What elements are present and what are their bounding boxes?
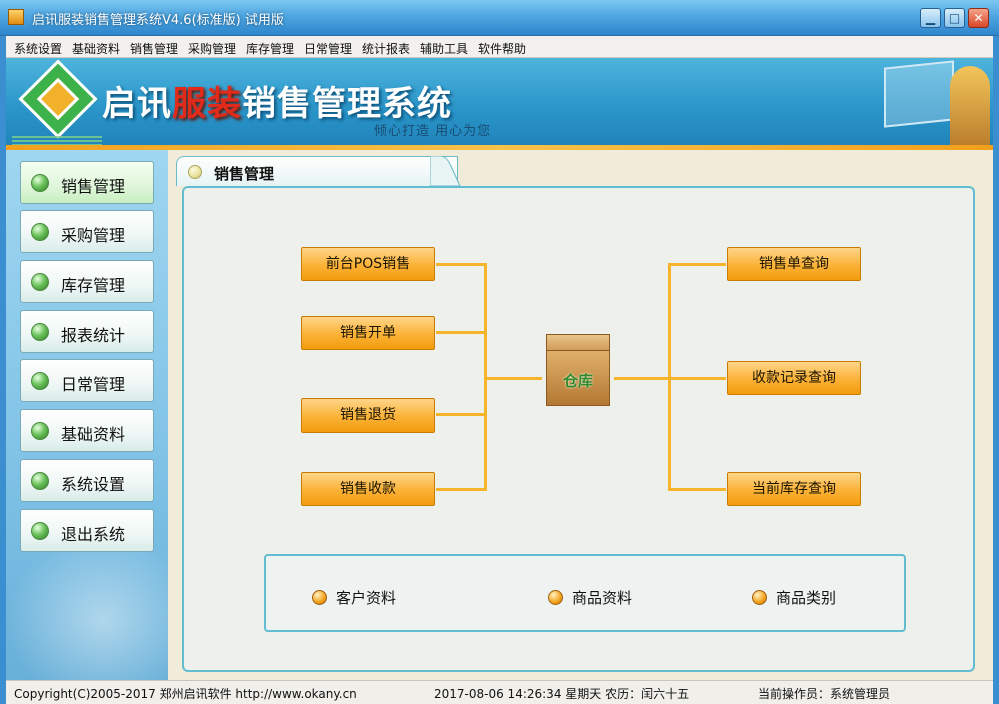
minimize-button[interactable]: ▁ [920,8,941,28]
maximize-button[interactable]: □ [944,8,965,28]
orange-dot-icon [312,590,327,605]
sidebar-item-sales[interactable]: 销售管理 [20,161,154,204]
orange-dot-icon [548,590,563,605]
green-dot-icon [31,273,49,291]
status-operator: 当前操作员：系统管理员 [758,687,891,701]
sidebar: 销售管理 采购管理 库存管理 报表统计 日常管理 基础资料 系统设置 退出系统 [6,150,168,680]
sidebar-item-basic-data[interactable]: 基础资料 [20,409,154,452]
tab-dot-icon [188,165,202,179]
banner-title-pre: 启讯 [102,84,172,124]
green-dot-icon [31,223,49,241]
quick-link-label: 商品资料 [572,589,633,607]
connector-line [614,377,670,380]
connector-line [668,488,726,491]
connector-line [484,377,542,380]
logo-lines [12,136,102,138]
menu-purchase[interactable]: 采购管理 [188,40,236,57]
quick-link-label: 商品类别 [776,589,837,607]
status-datetime: 2017-08-06 14:26:34 星期天 农历：闰六十五 [434,687,690,701]
sidebar-item-label: 销售管理 [61,177,126,196]
sidebar-photo [6,530,168,680]
payment-record-query-button[interactable]: 收款记录查询 [727,361,861,395]
sales-payment-button[interactable]: 销售收款 [301,472,435,506]
close-button[interactable]: ✕ [968,8,989,28]
sidebar-item-label: 系统设置 [61,475,126,494]
sidebar-item-reports[interactable]: 报表统计 [20,310,154,353]
warehouse-label: 仓库 [562,372,593,390]
green-dot-icon [31,323,49,341]
green-dot-icon [31,422,49,440]
quick-links-panel: 客户资料 商品资料 商品类别 [264,554,906,632]
orange-dot-icon [752,590,767,605]
chart-board-decoration [884,60,954,128]
sidebar-item-inventory[interactable]: 库存管理 [20,260,154,303]
menu-daily[interactable]: 日常管理 [304,40,352,57]
banner-title-post: 销售管理系统 [242,84,452,124]
person-decoration [950,66,990,150]
connector-line [668,263,726,266]
sidebar-item-exit[interactable]: 退出系统 [20,509,154,552]
warehouse-box-icon[interactable]: 仓库 [546,334,610,406]
connector-line [436,263,486,266]
sales-order-button[interactable]: 销售开单 [301,316,435,350]
sales-return-button[interactable]: 销售退货 [301,398,435,433]
current-stock-query-button[interactable]: 当前库存查询 [727,472,861,506]
sidebar-item-label: 采购管理 [61,226,126,245]
menu-help[interactable]: 软件帮助 [478,40,526,57]
window-title: 启讯服装销售管理系统V4.6(标准版) 试用版 [32,13,284,28]
banner: 启讯服装销售管理系统 倾心打造 用心为您 [6,58,993,150]
banner-slogan: 倾心打造 用心为您 [374,124,492,139]
green-dot-icon [31,522,49,540]
banner-title: 启讯服装销售管理系统 [102,76,452,125]
tab-label: 销售管理 [214,165,275,183]
menu-system-settings[interactable]: 系统设置 [14,40,62,57]
sidebar-item-label: 日常管理 [61,375,126,394]
connector-line [436,331,486,334]
menu-bar: 系统设置 基础资料 销售管理 采购管理 库存管理 日常管理 统计报表 辅助工具 … [6,36,993,58]
title-bar: 启讯服装销售管理系统V4.6(标准版) 试用版 ▁ □ ✕ [0,0,999,36]
connector-line [668,377,726,380]
green-dot-icon [31,174,49,192]
quick-link-label: 客户资料 [336,589,397,607]
sidebar-item-daily[interactable]: 日常管理 [20,359,154,402]
banner-title-highlight: 服装 [172,84,242,124]
green-dot-icon [31,372,49,390]
green-dot-icon [31,472,49,490]
sidebar-item-label: 基础资料 [61,425,126,444]
status-copyright: Copyright(C)2005-2017 郑州启讯软件 http://www.… [14,687,357,701]
menu-reports[interactable]: 统计报表 [362,40,410,57]
sidebar-item-label: 退出系统 [61,525,126,544]
pos-sales-button[interactable]: 前台POS销售 [301,247,435,281]
menu-tools[interactable]: 辅助工具 [420,40,468,57]
sidebar-item-settings[interactable]: 系统设置 [20,459,154,502]
menu-inventory[interactable]: 库存管理 [246,40,294,57]
menu-basic-data[interactable]: 基础资料 [72,40,120,57]
sidebar-item-label: 库存管理 [61,276,126,295]
connector-line [436,413,486,416]
connector-line [436,488,486,491]
status-bar: Copyright(C)2005-2017 郑州启讯软件 http://www.… [6,680,993,704]
menu-sales[interactable]: 销售管理 [130,40,178,57]
tab-slope [430,156,461,187]
app-icon [8,9,24,25]
sidebar-item-purchase[interactable]: 采购管理 [20,210,154,253]
sales-order-query-button[interactable]: 销售单查询 [727,247,861,281]
sidebar-item-label: 报表统计 [61,326,126,345]
